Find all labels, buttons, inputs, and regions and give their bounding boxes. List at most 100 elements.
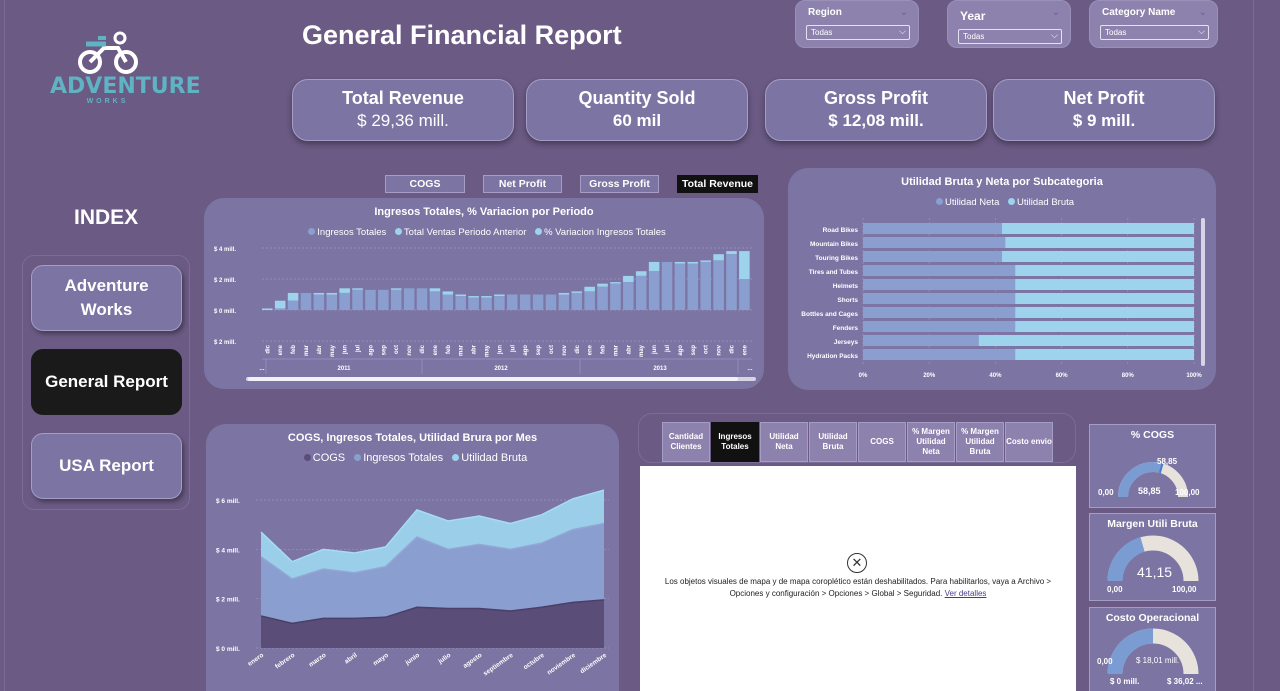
bar-revenue xyxy=(519,294,531,311)
bar-variation xyxy=(700,260,711,262)
category-label: Mountain Bikes xyxy=(810,241,858,248)
x-tick-label: jul xyxy=(665,345,671,353)
x-tick-label: diciembre xyxy=(579,652,608,676)
gauge-cogs: % COGS 0,00 100,00 58,85 58,85 xyxy=(1089,424,1216,508)
dropdown-arrow-icon: ⌵ xyxy=(1051,30,1058,40)
category-label: Road Bikes xyxy=(823,227,859,234)
slicer-label: Region xyxy=(808,7,842,18)
x-tick-label: jun xyxy=(343,345,349,355)
map-tab-ingresos-totales[interactable]: Ingresos Totales xyxy=(711,422,759,462)
x-tick-label: ene xyxy=(278,344,284,355)
nav-general-report[interactable]: General Report xyxy=(31,349,182,415)
map-tab-label: Costo envio xyxy=(1006,437,1052,446)
chevron-down-icon[interactable]: ⌄ xyxy=(1199,7,1207,18)
subcategory-profit-chart: Utilidad Bruta y Neta por Subcategoria U… xyxy=(788,168,1216,390)
region-slicer[interactable]: Region ⌄ Todas ⌵ xyxy=(795,0,919,48)
year-select[interactable]: Todas ⌵ xyxy=(958,29,1062,44)
x-tick-label: ago xyxy=(368,345,374,356)
map-tab-cantidad-clientes[interactable]: Cantidad Clientes xyxy=(662,422,710,462)
year-label: 2012 xyxy=(494,366,508,372)
bar-revenue xyxy=(365,289,376,311)
category-select[interactable]: Todas ⌵ xyxy=(1100,25,1209,40)
bar-revenue xyxy=(507,294,518,311)
bar-revenue xyxy=(339,292,350,311)
x-tick-label: mar xyxy=(613,344,619,356)
bar-variation xyxy=(429,288,441,292)
map-tab-label: Utilidad Neta xyxy=(769,432,799,451)
x-tick-label: 20% xyxy=(923,373,936,379)
x-tick-label: enero xyxy=(247,652,266,668)
year-slicer[interactable]: Year ⌄ Todas ⌵ xyxy=(947,0,1071,48)
slicer-label: Year xyxy=(960,9,986,23)
x-tick-label: nov xyxy=(407,344,413,355)
category-label: Fenders xyxy=(833,325,859,332)
bar-variation xyxy=(597,283,608,287)
bar-variation xyxy=(584,286,595,292)
chevron-down-icon[interactable]: ⌄ xyxy=(1052,7,1060,18)
kpi-title: Net Profit xyxy=(1063,88,1145,108)
map-tab-costo-envio[interactable]: Costo envio xyxy=(1005,422,1053,462)
map-tab-margen-bruta[interactable]: % Margen Utilidad Bruta xyxy=(956,422,1004,462)
kpi-net-profit: Net Profit $ 9 mill. xyxy=(993,79,1215,141)
x-tick-label: ene xyxy=(433,344,439,355)
x-tick-label: feb xyxy=(601,345,607,354)
map-disabled-message: Los objetos visuales de mapa y de mapa c… xyxy=(650,576,1066,600)
bar-utilidad-neta xyxy=(863,307,1016,318)
x-tick-label: jul xyxy=(510,345,516,353)
bar-variation xyxy=(390,288,402,290)
bar-variation xyxy=(274,300,286,309)
toggle-label: Net Profit xyxy=(498,178,547,190)
kpi-title: Total Revenue xyxy=(342,88,464,108)
toggle-label: Gross Profit xyxy=(589,178,650,190)
subcategory-bars-svg: 0% 20% 40% 60% 80% 100% Road Bikes Mountain Bik… xyxy=(801,218,1205,379)
bar-utilidad-neta xyxy=(863,251,1003,262)
map-tab-utilidad-bruta[interactable]: Utilidad Bruta xyxy=(809,422,857,462)
category-label: Tires and Tubes xyxy=(809,269,859,276)
bar-revenue xyxy=(584,291,595,311)
x-tick-label: dic xyxy=(729,344,735,353)
kpi-quantity-sold: Quantity Sold 60 mil xyxy=(526,79,748,141)
x-tick-label: 100% xyxy=(1186,373,1202,379)
map-tab-label: Cantidad Clientes xyxy=(668,432,704,451)
gauge-max: $ 36,02 ... xyxy=(1167,677,1203,686)
bar-revenue xyxy=(481,297,492,311)
bar-variation xyxy=(635,271,647,276)
monthly-area-svg: $ 6 mill. $ 4 mill. $ 2 mill. $ 0 mill. ener… xyxy=(216,489,609,678)
map-tab-label: Ingresos Totales xyxy=(718,432,752,451)
category-slicer[interactable]: Category Name ⌄ Todas ⌵ xyxy=(1089,0,1218,48)
select-value: Todas xyxy=(963,32,985,41)
y-tick-label: $ 6 mill. xyxy=(216,498,240,505)
gauge-target: 58,85 xyxy=(1157,457,1178,466)
bar-revenue xyxy=(610,283,621,311)
toggle-net-profit[interactable]: Net Profit xyxy=(483,175,562,193)
bar-revenue xyxy=(378,289,389,311)
bar-revenue xyxy=(455,296,466,311)
map-tab-margen-neta[interactable]: % Margen Utilidad Neta xyxy=(907,422,955,462)
chevron-down-icon[interactable]: ⌄ xyxy=(900,7,908,18)
x-tick-label: septiembre xyxy=(482,652,515,678)
kpi-title: Gross Profit xyxy=(823,88,929,108)
gauge-value: 41,15 xyxy=(1137,564,1173,580)
details-link[interactable]: Ver detalles xyxy=(945,589,987,598)
toggle-label: Total Revenue xyxy=(682,178,753,190)
y-tick-label: $ 2 mill. xyxy=(216,597,240,604)
kpi-value: $ 29,36 mill. xyxy=(357,111,449,130)
bar-revenue xyxy=(468,297,479,311)
bar-revenue xyxy=(571,292,583,311)
x-tick-label: ago xyxy=(523,345,529,356)
bar-utilidad-neta xyxy=(863,279,1016,290)
nav-usa-report[interactable]: USA Report xyxy=(31,433,182,499)
nav-adventure-works[interactable]: Adventure Works xyxy=(31,265,182,331)
bar-revenue xyxy=(416,288,428,311)
bar-revenue xyxy=(545,294,557,311)
x-tick-label: ene xyxy=(742,344,748,355)
region-select[interactable]: Todas ⌵ xyxy=(806,25,910,40)
toggle-gross-profit[interactable]: Gross Profit xyxy=(580,175,659,193)
toggle-cogs[interactable]: COGS xyxy=(385,175,465,193)
map-tab-cogs[interactable]: COGS xyxy=(858,422,906,462)
slicer-label: Category Name xyxy=(1102,7,1176,18)
toggle-total-revenue[interactable]: Total Revenue xyxy=(677,175,758,193)
x-tick-label: mar xyxy=(459,344,465,356)
map-tab-utilidad-neta[interactable]: Utilidad Neta xyxy=(760,422,808,462)
category-label: Hydration Packs xyxy=(807,353,858,360)
